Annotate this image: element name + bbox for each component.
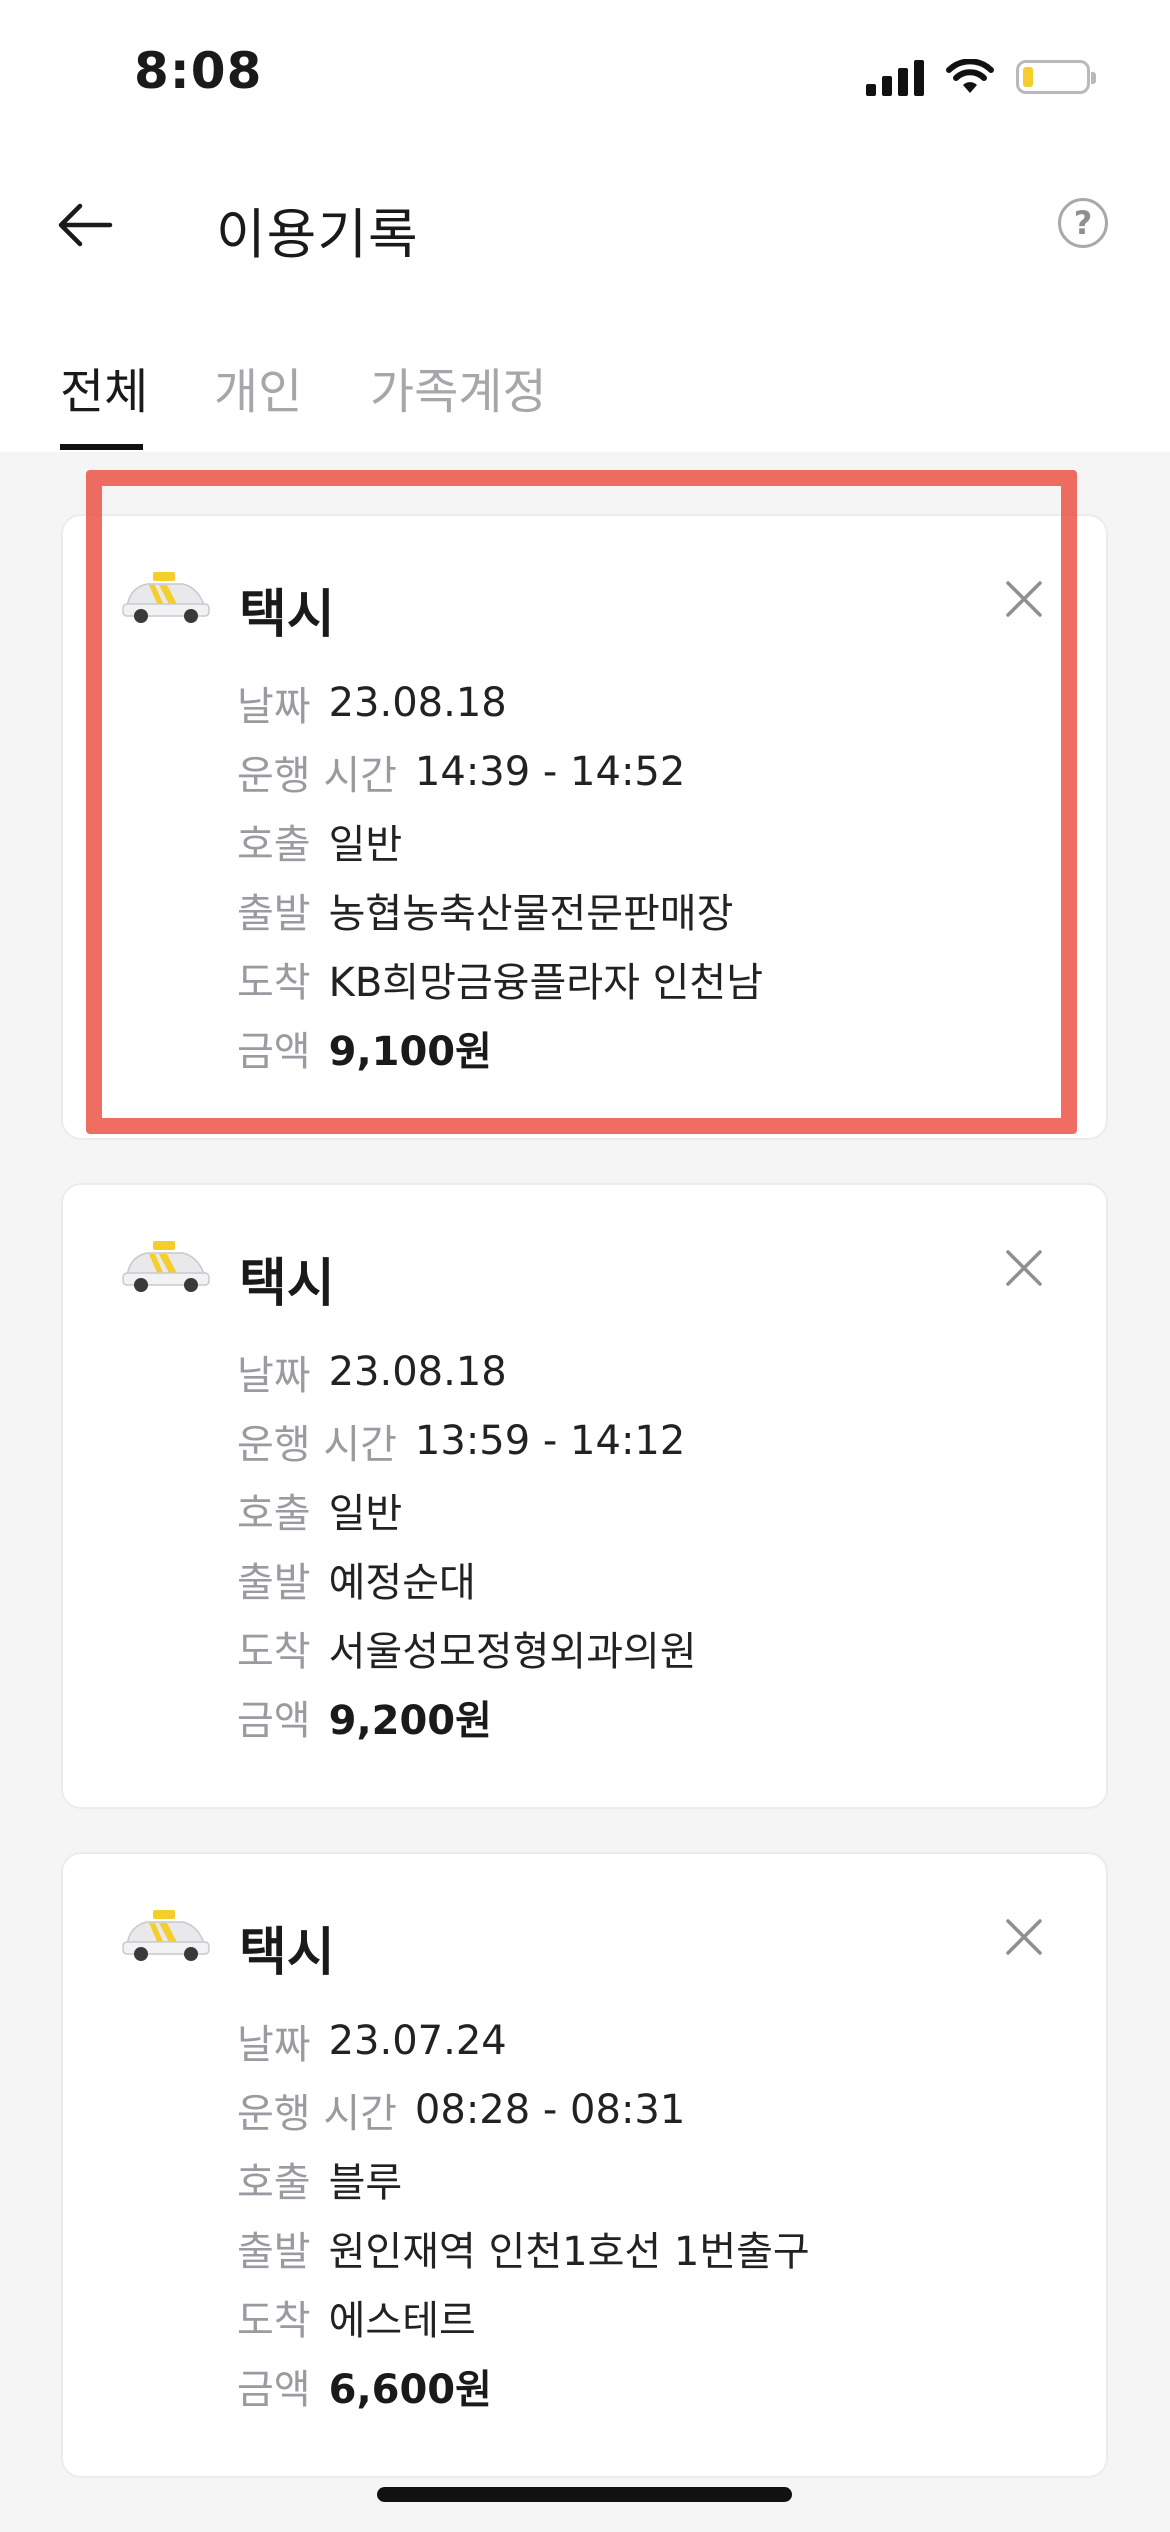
taxi-icon	[122, 1241, 210, 1292]
tab-all[interactable]: 전체	[60, 352, 148, 422]
time-label: 운행 시간	[237, 2090, 397, 2137]
ride-type: 택시	[239, 1254, 335, 1314]
tab-personal[interactable]: 개인	[214, 352, 302, 422]
fare-label: 금액	[237, 2366, 311, 2413]
ride-record-card[interactable]: 택시 날짜 23.08.18 운행 시간 13:59 - 14:12 호출 일반 출발…	[61, 1183, 1108, 1809]
to-label: 도착	[237, 1628, 311, 1675]
tab-active-indicator	[60, 444, 143, 450]
from-label: 출발	[237, 2228, 311, 2275]
back-arrow-icon[interactable]	[52, 190, 122, 260]
fare-value: 6,600원	[328, 2366, 492, 2413]
call-label: 호출	[237, 2159, 311, 2206]
help-icon[interactable]: ?	[1058, 198, 1108, 248]
to-label: 도착	[237, 2297, 311, 2344]
close-icon[interactable]	[1003, 1916, 1045, 1958]
date-label: 날짜	[237, 2021, 311, 2068]
home-indicator	[377, 2487, 792, 2502]
ride-details: 날짜 23.07.24 운행 시간 08:28 - 08:31 호출 블루 출발 원인재…	[237, 2006, 810, 2420]
time-value: 08:28 - 08:31	[414, 2086, 686, 2133]
call-value: 일반	[328, 1490, 403, 1537]
fare-value: 9,200원	[328, 1697, 492, 1744]
close-icon[interactable]	[1003, 1247, 1045, 1289]
status-time: 8:08	[134, 42, 263, 100]
ride-details: 날짜 23.08.18 운행 시간 13:59 - 14:12 호출 일반 출발 예정순…	[237, 1337, 697, 1751]
wifi-icon	[946, 59, 994, 93]
fare-label: 금액	[237, 1697, 311, 1744]
from-value: 원인재역 인천1호선 1번출구	[328, 2228, 810, 2275]
time-value: 13:59 - 14:12	[414, 1417, 686, 1464]
to-value: 서울성모정형외과의원	[328, 1628, 697, 1675]
cellular-signal-icon	[866, 58, 924, 96]
call-value: 블루	[328, 2159, 403, 2206]
ride-type: 택시	[239, 1923, 335, 1983]
from-value: 예정순대	[328, 1559, 476, 1606]
highlight-box	[86, 470, 1077, 1134]
from-label: 출발	[237, 1559, 311, 1606]
date-value: 23.08.18	[328, 1348, 507, 1395]
date-label: 날짜	[237, 1352, 311, 1399]
tab-bar: 전체 개인 가족계정	[0, 340, 1170, 452]
status-icons	[866, 54, 1096, 100]
call-label: 호출	[237, 1490, 311, 1537]
tab-family[interactable]: 가족계정	[370, 352, 547, 422]
page-title: 이용기록	[216, 203, 419, 266]
ride-record-card[interactable]: 택시 날짜 23.07.24 운행 시간 08:28 - 08:31 호출 블루 출발…	[61, 1852, 1108, 2478]
date-value: 23.07.24	[328, 2017, 507, 2064]
battery-icon	[1016, 60, 1096, 94]
time-label: 운행 시간	[237, 1421, 397, 1468]
header-area: 8:08 이용기록 ? 전체 개인 가족계정	[0, 0, 1170, 452]
to-value: 에스테르	[328, 2297, 476, 2344]
taxi-icon	[122, 1910, 210, 1961]
